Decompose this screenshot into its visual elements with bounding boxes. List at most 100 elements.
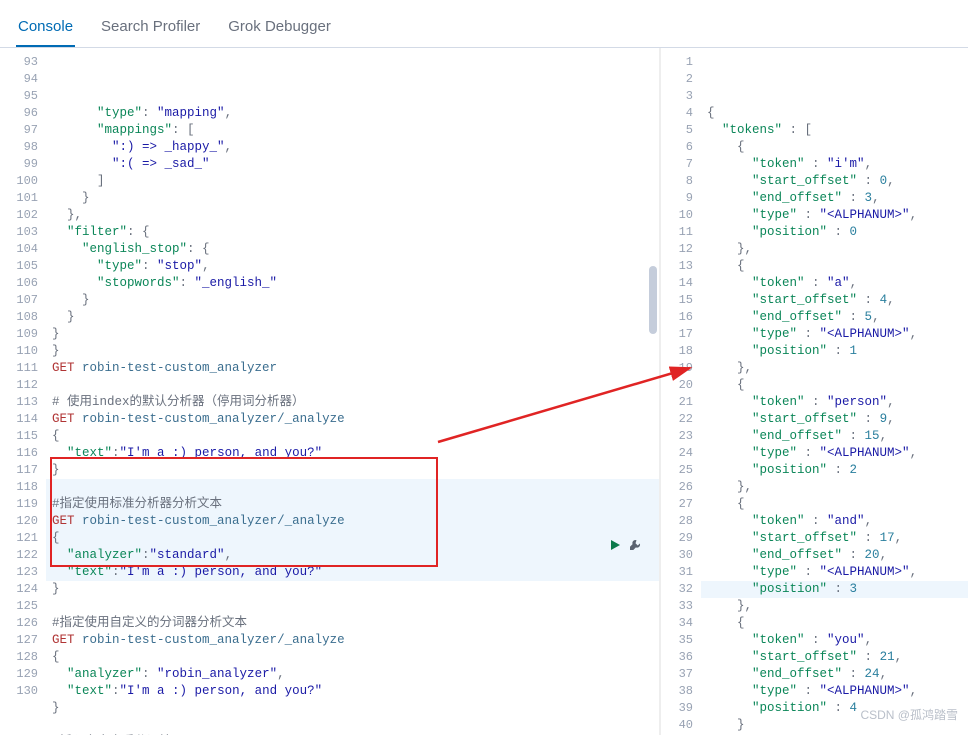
line-number: 93 — [0, 54, 38, 71]
wrench-icon[interactable] — [629, 538, 641, 554]
code-line[interactable]: "mappings": [ — [52, 122, 659, 139]
code-line[interactable]: }, — [707, 241, 968, 258]
tab-console[interactable]: Console — [16, 10, 75, 47]
tab-grok-debugger[interactable]: Grok Debugger — [226, 10, 333, 47]
request-editor[interactable]: 9394959697989910010110210310410510610710… — [0, 48, 660, 735]
code-line[interactable]: "type" : "<ALPHANUM>", — [707, 207, 968, 224]
watermark: CSDN @孤鸿踏雪 — [860, 706, 958, 723]
code-line[interactable]: ":( => _sad_" — [52, 156, 659, 173]
code-line[interactable]: "type" : "<ALPHANUM>", — [707, 326, 968, 343]
code-line[interactable]: #指定使用自定义的分词器分析文本 — [52, 615, 659, 632]
code-line[interactable]: # 使用index的默认分析器（停用词分析器） — [52, 394, 659, 411]
code-line[interactable]: { — [707, 139, 968, 156]
code-line[interactable]: "text":"I'm a :) person, and you?" — [52, 564, 659, 581]
code-line[interactable]: { — [707, 377, 968, 394]
line-number: 121 — [0, 530, 38, 547]
scrollbar-thumb[interactable] — [649, 266, 657, 334]
line-number: 115 — [0, 428, 38, 445]
code-line[interactable]: ":) => _happy_", — [52, 139, 659, 156]
code-line[interactable]: "token" : "a", — [707, 275, 968, 292]
line-number: 17 — [661, 326, 693, 343]
code-line[interactable]: "token" : "and", — [707, 513, 968, 530]
code-line[interactable]: } — [52, 326, 659, 343]
code-line[interactable]: "position" : 2 — [707, 462, 968, 479]
code-line[interactable]: "type" : "<ALPHANUM>", — [707, 445, 968, 462]
code-line[interactable]: } — [52, 190, 659, 207]
line-number: 124 — [0, 581, 38, 598]
code-line[interactable]: { — [707, 496, 968, 513]
code-line[interactable]: GET robin-test-custom_analyzer/_analyze — [52, 632, 659, 649]
play-icon[interactable] — [609, 538, 621, 554]
code-line[interactable]: "start_offset" : 0, — [707, 173, 968, 190]
code-line[interactable]: } — [52, 462, 659, 479]
tab-bar: Console Search Profiler Grok Debugger — [0, 0, 968, 48]
code-line[interactable]: "position" : 1 — [707, 343, 968, 360]
code-line[interactable]: }, — [52, 207, 659, 224]
code-line[interactable]: "tokens" : [ — [707, 122, 968, 139]
code-line[interactable]: "start_offset" : 21, — [707, 649, 968, 666]
code-line[interactable]: "stopwords": "_english_" — [52, 275, 659, 292]
code-line[interactable]: "type": "mapping", — [52, 105, 659, 122]
code-line[interactable]: "type" : "<ALPHANUM>", — [707, 564, 968, 581]
code-line[interactable]: "token" : "you", — [707, 632, 968, 649]
code-line[interactable]: }, — [707, 360, 968, 377]
code-line[interactable]: "start_offset" : 9, — [707, 411, 968, 428]
line-number: 39 — [661, 700, 693, 717]
code-line[interactable]: } — [52, 700, 659, 717]
code-line[interactable]: "position" : 0 — [707, 224, 968, 241]
code-line[interactable]: { — [52, 428, 659, 445]
code-line[interactable] — [52, 479, 659, 496]
code-line[interactable]: { — [707, 105, 968, 122]
code-line[interactable]: "text":"I'm a :) person, and you?" — [52, 445, 659, 462]
code-line[interactable]: GET robin-test-custom_analyzer/_analyze — [52, 513, 659, 530]
code-line[interactable]: } — [52, 343, 659, 360]
line-number: 34 — [661, 615, 693, 632]
line-number: 25 — [661, 462, 693, 479]
code-line[interactable]: }, — [707, 598, 968, 615]
code-line[interactable]: } — [52, 292, 659, 309]
code-line[interactable]: "text":"I'm a :) person, and you?" — [52, 683, 659, 700]
code-line[interactable]: ] — [52, 173, 659, 190]
code-line[interactable]: }, — [707, 479, 968, 496]
line-number: 95 — [0, 88, 38, 105]
code-line[interactable]: } — [52, 309, 659, 326]
code-line[interactable]: "position" : 3 — [707, 581, 968, 598]
code-line[interactable] — [52, 377, 659, 394]
code-line[interactable] — [52, 717, 659, 734]
line-number: 37 — [661, 666, 693, 683]
request-code[interactable]: "type": "mapping", "mappings": [ ":) => … — [46, 48, 659, 735]
line-number: 14 — [661, 275, 693, 292]
code-line[interactable] — [52, 598, 659, 615]
code-line[interactable]: "start_offset" : 4, — [707, 292, 968, 309]
code-line[interactable]: } — [52, 581, 659, 598]
code-line[interactable]: "end_offset" : 20, — [707, 547, 968, 564]
line-gutter-right: 1234567891011121314151617181920212223242… — [661, 48, 701, 735]
code-line[interactable]: { — [707, 258, 968, 275]
code-line[interactable]: "english_stop": { — [52, 241, 659, 258]
code-line[interactable]: "analyzer":"standard", — [52, 547, 659, 564]
line-number: 24 — [661, 445, 693, 462]
code-line[interactable]: "end_offset" : 24, — [707, 666, 968, 683]
code-line[interactable]: "token" : "person", — [707, 394, 968, 411]
code-line[interactable]: "end_offset" : 3, — [707, 190, 968, 207]
code-line[interactable]: "filter": { — [52, 224, 659, 241]
code-line[interactable]: GET robin-test-custom_analyzer — [52, 360, 659, 377]
code-line[interactable]: "end_offset" : 15, — [707, 428, 968, 445]
response-viewer[interactable]: 1234567891011121314151617181920212223242… — [660, 48, 968, 735]
code-line[interactable]: GET robin-test-custom_analyzer/_analyze — [52, 411, 659, 428]
code-line[interactable]: "type": "stop", — [52, 258, 659, 275]
code-line[interactable]: "type" : "<ALPHANUM>", — [707, 683, 968, 700]
response-code[interactable]: { "tokens" : [ { "token" : "i'm", "start… — [701, 48, 968, 735]
code-line[interactable]: { — [52, 530, 659, 547]
line-number: 109 — [0, 326, 38, 343]
code-line[interactable]: "analyzer": "robin_analyzer", — [52, 666, 659, 683]
code-line[interactable]: #指定使用标准分析器分析文本 — [52, 496, 659, 513]
code-line[interactable]: "end_offset" : 5, — [707, 309, 968, 326]
code-line[interactable]: { — [52, 649, 659, 666]
line-number: 106 — [0, 275, 38, 292]
line-number: 12 — [661, 241, 693, 258]
code-line[interactable]: "token" : "i'm", — [707, 156, 968, 173]
code-line[interactable]: "start_offset" : 17, — [707, 530, 968, 547]
tab-search-profiler[interactable]: Search Profiler — [99, 10, 202, 47]
code-line[interactable]: { — [707, 615, 968, 632]
